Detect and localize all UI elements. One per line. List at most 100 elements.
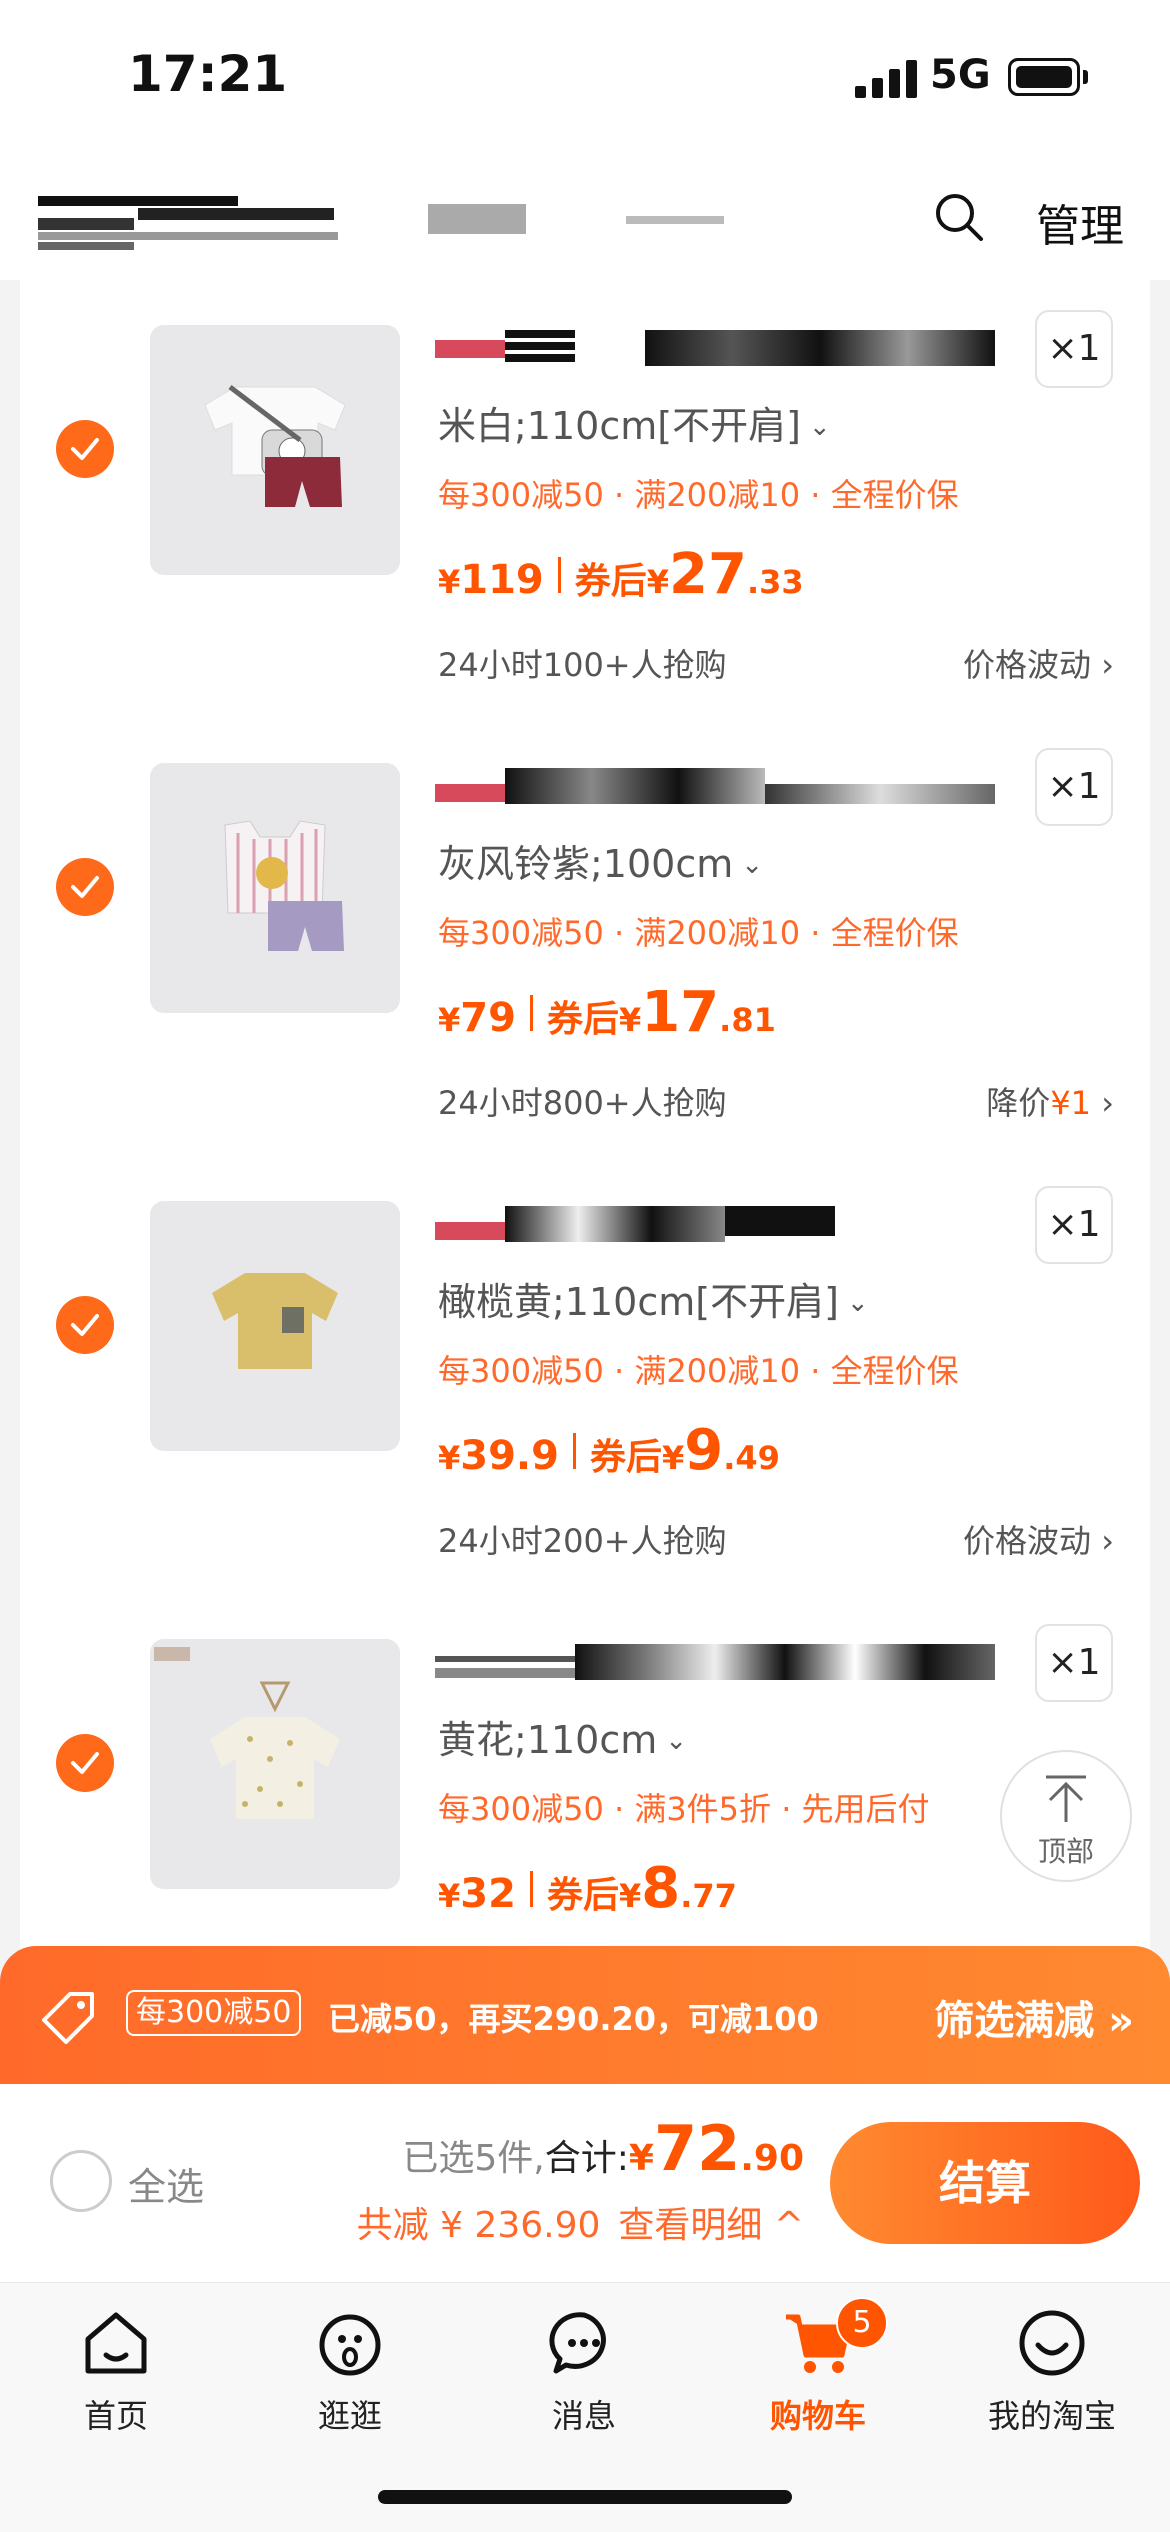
item-checkbox[interactable] [56,420,114,478]
checkmark-icon [71,876,99,898]
after-coupon-price: 9 [684,1418,724,1483]
price-line: ¥119 券后¥27.33 [438,542,804,607]
status-bar: 17:21 5G [0,0,1170,160]
manage-button[interactable]: 管理 [1036,190,1124,254]
cart-item: ×1 米白;110cm[不开肩] ⌄ 每300减50 · 满200减10 · 全程… [20,280,1150,718]
product-image[interactable] [150,1201,400,1451]
tag-icon [42,1992,94,2044]
home-icon [85,2312,147,2374]
promo-text: 每300减50 · 满200减10 · 全程价保 [438,1352,959,1390]
variant-label: 橄榄黄;110cm[不开肩] [438,1280,839,1324]
coupon-label: 券后 [546,1875,619,1916]
chevron-down-icon: ⌄ [846,1288,869,1318]
price-trend-link[interactable]: 降价¥1 › [986,1078,1114,1124]
checkmark-icon [71,1752,99,1774]
promo-summary: 已减50，再买290.20，可减100 [328,2000,819,2038]
coupon-label: 券后 [574,561,647,602]
tab-browse[interactable]: 逛逛 [250,2303,450,2443]
redacted-product-title [435,768,995,804]
price-line: ¥39.9 券后¥9.49 [438,1418,780,1483]
quantity-badge[interactable]: ×1 [1035,748,1113,826]
price-line: ¥32 券后¥8.77 [438,1856,737,1921]
quantity-badge[interactable]: ×1 [1035,1186,1113,1264]
promo-bar[interactable]: 每300减50 已减50，再买290.20，可减100 筛选满减 » [0,1946,1170,2084]
redacted-shop-title [38,196,338,252]
quantity-badge[interactable]: ×1 [1035,310,1113,388]
back-to-top-label: 顶部 [1037,1835,1094,1868]
cart-count-badge: 5 [836,2297,888,2349]
coupon-label: 券后 [589,1437,662,1478]
promo-text: 每300减50 · 满200减10 · 全程价保 [438,476,959,514]
select-all-label[interactable]: 全选 [128,2156,204,2211]
original-price: 119 [460,557,544,603]
profile-icon [1019,2310,1085,2376]
quantity-badge[interactable]: ×1 [1035,1624,1113,1702]
total-amount: 72 [653,2112,741,2185]
product-image[interactable] [150,1639,400,1889]
savings-line[interactable]: 共减 ¥ 236.90 查看明细 ^ [357,2196,804,2248]
cart-item: ×1 灰风铃紫;100cm ⌄ 每300减50 · 满200减10 · 全程价保 … [20,718,1150,1156]
top-nav: 管理 [0,160,1170,280]
redacted-tab-2 [626,216,724,224]
redacted-product-title [435,1644,995,1680]
after-coupon-price: 27 [669,542,747,607]
chevron-right-icon: › [1101,1522,1114,1560]
after-coupon-price: 17 [641,980,720,1045]
product-image[interactable] [150,763,400,1013]
cart-item: ×1 黄花;110cm ⌄ 每300减50 · 满3件5折 · 先用后付 ¥32 券… [20,1594,1150,1950]
variant-selector[interactable]: 橄榄黄;110cm[不开肩] ⌄ [438,1271,869,1326]
checkmark-icon [71,1314,99,1336]
arrow-up-icon [1046,1775,1086,1822]
message-icon [549,2312,606,2374]
checkout-bar: 全选 已选5件,合计:¥72.90 共减 ¥ 236.90 查看明细 ^ 结算 [0,2084,1170,2282]
original-price: 32 [460,1871,516,1917]
chevron-right-icon: › [1101,1084,1114,1122]
cart-item: ×1 橄榄黄;110cm[不开肩] ⌄ 每300减50 · 满200减10 · 全… [20,1156,1150,1594]
chevron-down-icon: ⌄ [741,850,764,880]
item-checkbox[interactable] [56,1296,114,1354]
price-trend-link[interactable]: 价格波动 › [963,640,1114,686]
filter-discount-button[interactable]: 筛选满减 » [934,1988,1134,2046]
home-indicator [378,2490,792,2504]
tab-profile[interactable]: 我的淘宝 [952,2303,1152,2443]
back-to-top-button[interactable]: 顶部 [1000,1750,1132,1882]
total-label: 合计: [544,2138,629,2179]
variant-label: 黄花;110cm [438,1718,658,1762]
redacted-tab-1 [428,204,526,234]
network-label: 5G [930,52,991,98]
chevron-right-icon: › [1101,646,1114,684]
total-saved: 共减 ¥ 236.90 [356,2205,601,2246]
hot-sales-text: 24小时100+人抢购 [438,646,727,684]
tab-home[interactable]: 首页 [16,2303,216,2443]
tab-messages[interactable]: 消息 [484,2303,684,2443]
tab-cart[interactable]: 5 购物车 [718,2297,918,2443]
redacted-product-title [435,330,995,366]
coupon-label: 券后 [546,999,619,1040]
product-image[interactable] [150,325,400,575]
original-price: 39.9 [460,1433,559,1479]
status-time: 17:21 [128,45,288,103]
checkout-button[interactable]: 结算 [830,2122,1140,2244]
search-icon[interactable] [933,191,985,243]
redacted-product-title [435,1206,995,1242]
item-checkbox[interactable] [56,858,114,916]
variant-label: 米白;110cm[不开肩] [438,404,801,448]
select-all-checkbox[interactable] [50,2150,112,2212]
view-details-link[interactable]: 查看明细 ^ [618,2205,804,2246]
hot-sales-text: 24小时200+人抢购 [438,1522,727,1560]
variant-selector[interactable]: 黄花;110cm ⌄ [438,1709,687,1764]
chevron-down-icon: ⌄ [808,412,831,442]
price-trend-link[interactable]: 价格波动 › [963,1516,1114,1562]
variant-selector[interactable]: 灰风铃紫;100cm ⌄ [438,833,763,888]
variant-selector[interactable]: 米白;110cm[不开肩] ⌄ [438,395,831,450]
chevron-down-icon: ⌄ [665,1726,688,1756]
after-coupon-price: 8 [641,1856,681,1921]
hot-sales-text: 24小时800+人抢购 [438,1084,727,1122]
selected-count: 已选5件, [402,2138,545,2179]
battery-icon [1008,58,1088,96]
promo-chip: 每300减50 [126,1990,302,2036]
original-price: 79 [460,995,516,1041]
variant-label: 灰风铃紫;100cm [438,842,734,886]
item-checkbox[interactable] [56,1734,114,1792]
promo-text: 每300减50 · 满200减10 · 全程价保 [438,914,959,952]
